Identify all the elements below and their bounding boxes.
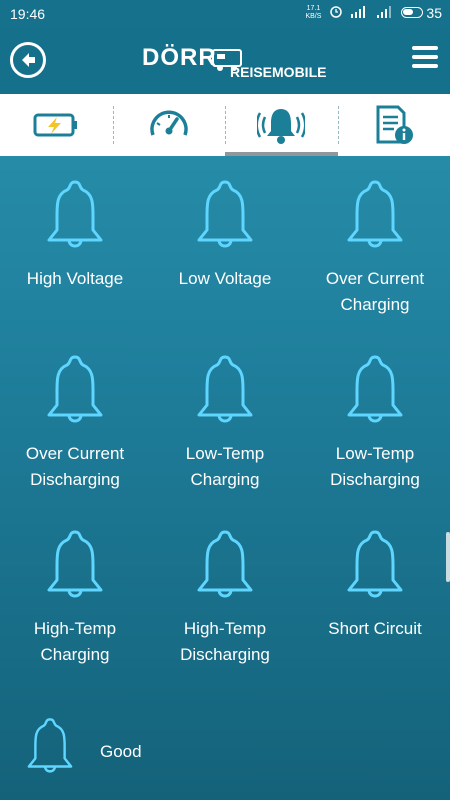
alert-label: Short Circuit xyxy=(328,619,422,638)
brand-logo: DÖRR REISEMOBILE xyxy=(142,44,326,84)
tab-battery[interactable] xyxy=(0,94,113,156)
alert-low-temp-charging: Low-Temp Charging xyxy=(150,345,300,505)
bell-icon xyxy=(197,355,253,423)
tab-speedometer[interactable] xyxy=(112,94,226,156)
bell-icon xyxy=(197,530,253,598)
speedometer-icon xyxy=(150,110,188,136)
app-header: DÖRR REISEMOBILE xyxy=(0,28,450,94)
alarm-bell-icon xyxy=(257,109,306,144)
bell-icon xyxy=(347,180,403,248)
tab-alarms[interactable] xyxy=(225,94,338,156)
alert-high-voltage: High Voltage xyxy=(0,170,150,330)
bell-icon xyxy=(347,530,403,598)
scroll-indicator[interactable] xyxy=(446,532,450,582)
alert-high-temp-charging: High-Temp Charging xyxy=(0,520,150,680)
logo-sub-text: REISEMOBILE xyxy=(230,64,327,80)
arrow-left-icon xyxy=(22,53,35,67)
alert-label: Over Current Discharging xyxy=(25,444,125,489)
bell-icon xyxy=(47,355,103,423)
tab-info[interactable] xyxy=(337,94,450,156)
alarm-clock-icon xyxy=(329,4,343,21)
network-speed: 17.1 KB/S xyxy=(305,4,322,20)
signal-icon-2 xyxy=(377,5,393,21)
logo-main-text: DÖRR xyxy=(142,44,217,71)
status-good-row: Good xyxy=(0,714,450,786)
bell-icon xyxy=(27,718,73,773)
status-bar: 19:46 17.1 KB/S 35 xyxy=(0,0,450,28)
status-icons: 17.1 KB/S 35 xyxy=(305,4,442,21)
status-good-label: Good xyxy=(100,742,142,761)
status-time: 19:46 xyxy=(10,6,46,22)
alert-short-circuit: Short Circuit xyxy=(300,520,450,680)
document-info-icon xyxy=(376,105,413,144)
bell-icon xyxy=(347,355,403,423)
alert-label: Low-Temp Charging xyxy=(185,444,265,489)
alert-label: Over Current Charging xyxy=(325,269,425,314)
alert-label: High-Temp Discharging xyxy=(180,619,270,664)
bell-icon xyxy=(47,530,103,598)
menu-button[interactable] xyxy=(412,46,438,72)
bell-icon xyxy=(47,180,103,248)
bell-icon xyxy=(197,180,253,248)
battery-status: 35 xyxy=(401,5,442,21)
signal-icon xyxy=(351,5,369,21)
alert-low-voltage: Low Voltage xyxy=(150,170,300,330)
alert-high-temp-discharging: High-Temp Discharging xyxy=(150,520,300,680)
back-button[interactable] xyxy=(10,42,46,78)
tab-bar xyxy=(0,94,450,156)
menu-icon xyxy=(412,46,438,50)
battery-icon xyxy=(401,7,424,18)
alert-label: Low Voltage xyxy=(178,269,272,288)
battery-level: 35 xyxy=(426,4,442,21)
alert-label: High-Temp Charging xyxy=(33,619,117,664)
alert-over-current-discharging: Over Current Discharging xyxy=(0,345,150,505)
alert-label: Low-Temp Discharging xyxy=(330,444,420,489)
alert-label: High Voltage xyxy=(26,269,124,288)
alert-low-temp-discharging: Low-Temp Discharging xyxy=(300,345,450,505)
alert-over-current-charging: Over Current Charging xyxy=(300,170,450,330)
battery-charging-icon xyxy=(33,113,78,137)
